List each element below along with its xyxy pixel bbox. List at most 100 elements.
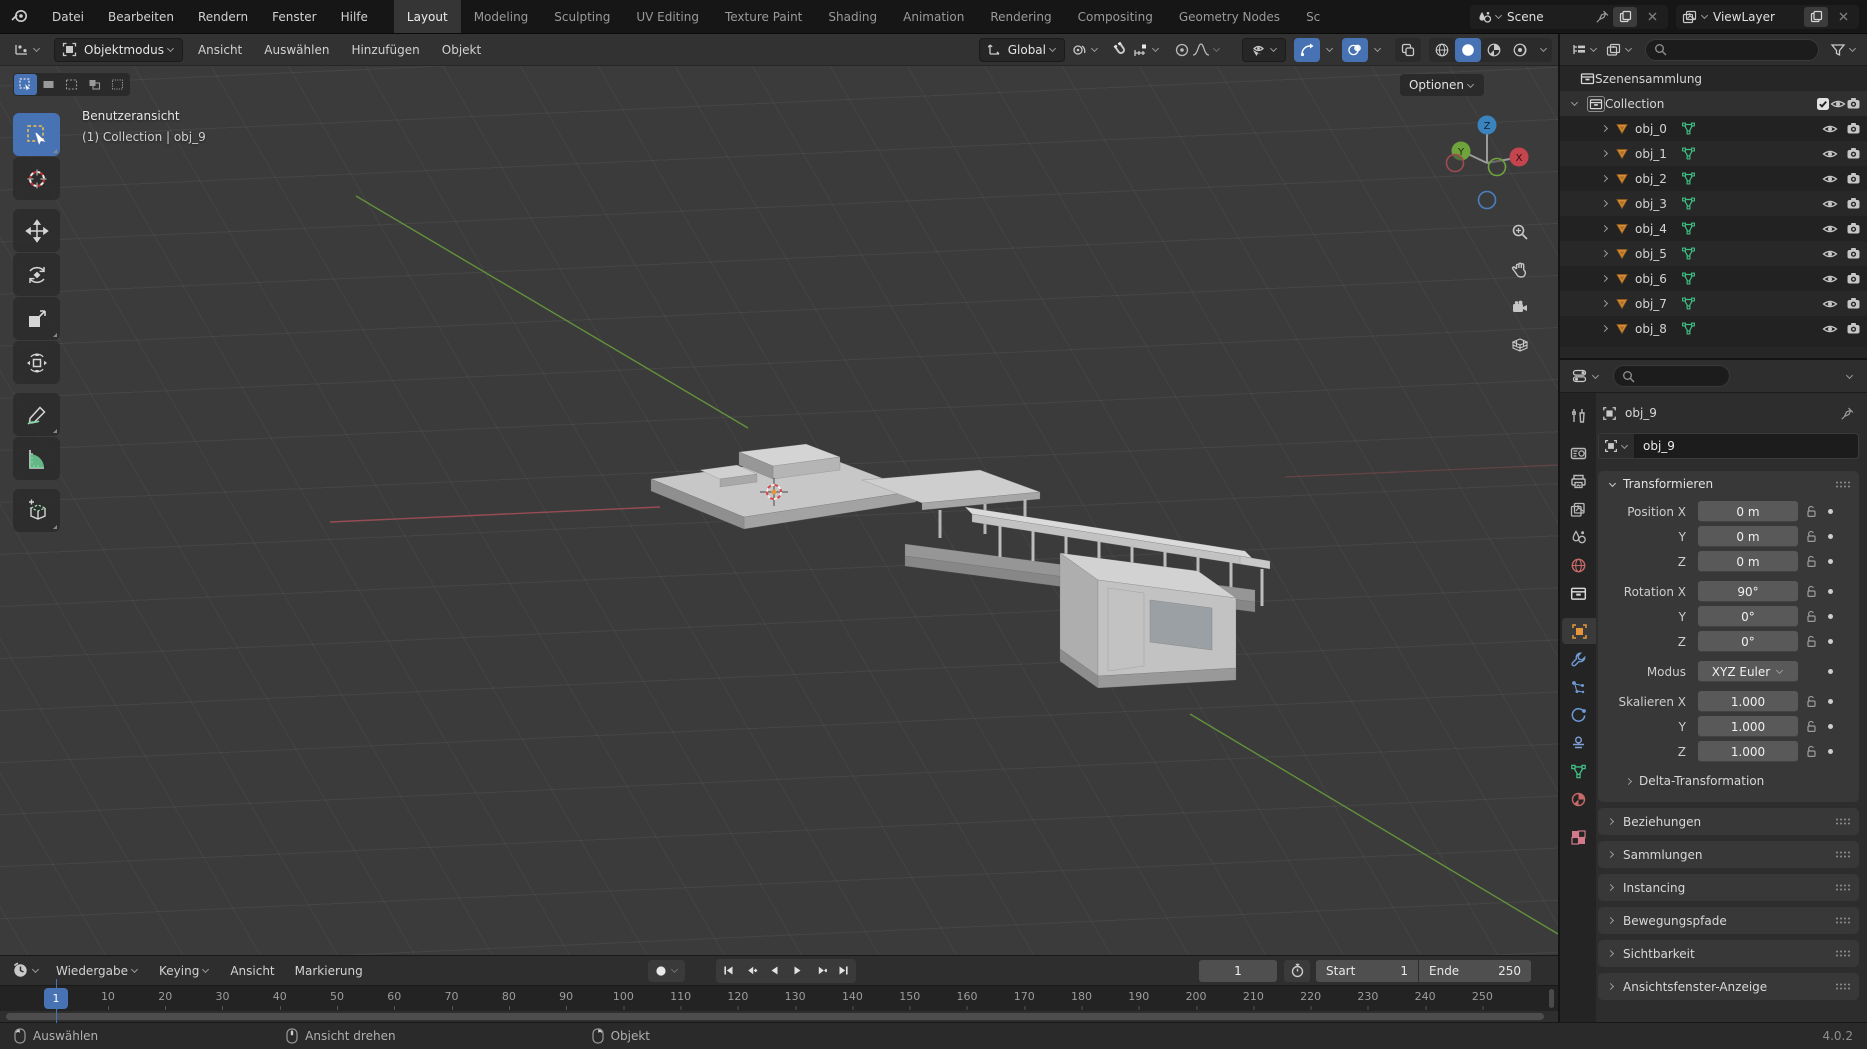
camera-visibility-icon[interactable] [1846, 272, 1861, 285]
tab-output[interactable] [1562, 468, 1594, 494]
auto-keying-toggle[interactable] [648, 960, 685, 982]
tab-modifiers[interactable] [1562, 646, 1594, 672]
viewport-menu-item[interactable]: Ansicht [187, 43, 253, 57]
value-field[interactable]: 1.000 [1698, 741, 1798, 762]
tab-object[interactable] [1562, 618, 1596, 644]
shading-wireframe-button[interactable] [1429, 38, 1455, 62]
station-model[interactable] [651, 444, 1270, 688]
checkbox-icon[interactable] [1816, 97, 1830, 111]
expand-icon[interactable] [1601, 150, 1608, 157]
eye-icon[interactable] [1822, 223, 1838, 235]
value-field[interactable]: 0° [1698, 631, 1798, 652]
eye-icon[interactable] [1822, 148, 1838, 160]
use-preview-range-toggle[interactable] [1284, 960, 1310, 982]
outliner-row[interactable]: obj_6 [1560, 266, 1867, 291]
expand-icon[interactable] [1601, 300, 1608, 307]
eye-icon[interactable] [1822, 323, 1838, 335]
workspace-tab[interactable]: Texture Paint [712, 0, 815, 33]
gizmo-minus-x-axis[interactable] [1447, 155, 1464, 172]
scene-selector[interactable]: Scene [1470, 5, 1668, 29]
object-name[interactable]: obj_2 [1635, 172, 1667, 186]
editor-type-button[interactable] [6, 38, 48, 62]
expand-icon[interactable] [1601, 250, 1608, 257]
object-name-field[interactable]: obj_9 [1598, 433, 1859, 459]
camera-visibility-icon[interactable] [1846, 322, 1861, 335]
camera-visibility-icon[interactable] [1846, 247, 1861, 260]
select-mode-extend-button[interactable] [37, 74, 60, 95]
object-id-icon[interactable] [1599, 434, 1635, 458]
eye-icon[interactable] [1822, 298, 1838, 310]
zoom-button[interactable] [1506, 218, 1534, 246]
collection-label[interactable]: Collection [1605, 97, 1664, 111]
value-field[interactable]: 0° [1698, 606, 1798, 627]
lock-icon[interactable] [1798, 585, 1824, 598]
rotate-tool[interactable] [13, 253, 60, 296]
lock-icon[interactable] [1798, 745, 1824, 758]
camera-visibility-icon[interactable] [1846, 97, 1861, 110]
topbar-menu-item[interactable]: Hilfe [329, 0, 380, 33]
shading-dropdown[interactable] [1533, 38, 1552, 62]
viewport-menu-item[interactable]: Auswählen [253, 43, 340, 57]
viewport-canvas[interactable]: Benutzeransicht (1) Collection | obj_9 O… [0, 66, 1558, 955]
measure-tool[interactable] [13, 437, 60, 480]
collapsed-panel-header[interactable]: Sammlungen [1598, 841, 1859, 868]
orthographic-toggle-button[interactable] [1506, 331, 1534, 359]
outliner-row[interactable]: obj_7 [1560, 291, 1867, 316]
tab-collection[interactable] [1562, 580, 1594, 606]
camera-visibility-icon[interactable] [1846, 122, 1861, 135]
object-name[interactable]: obj_4 [1635, 222, 1667, 236]
gizmo-minus-z-axis[interactable] [1479, 192, 1496, 209]
value-field[interactable]: 0 m [1698, 501, 1798, 522]
select-mode-subtract-button[interactable] [60, 74, 83, 95]
breadcrumb-object[interactable]: obj_9 [1625, 406, 1657, 420]
animate-dot[interactable] [1828, 614, 1833, 619]
timeline-menu-item[interactable]: Markierung [285, 964, 373, 978]
timeline-editor-type-dropdown[interactable] [6, 962, 46, 979]
panel-grip-icon[interactable] [1835, 982, 1851, 991]
value-field[interactable]: 90° [1698, 581, 1798, 602]
animate-dot[interactable] [1828, 589, 1833, 594]
expand-icon[interactable] [1601, 125, 1608, 132]
select-mode-invert-button[interactable] [83, 74, 106, 95]
rotation-mode-select[interactable]: XYZ Euler [1698, 661, 1798, 682]
proportional-falloff-dropdown[interactable] [1191, 38, 1228, 62]
gizmos-toggle[interactable] [1294, 38, 1320, 62]
lock-icon[interactable] [1798, 695, 1824, 708]
play-reverse-button[interactable] [763, 960, 786, 982]
tab-physics[interactable] [1562, 702, 1594, 728]
object-name[interactable]: obj_7 [1635, 297, 1667, 311]
tab-material[interactable] [1562, 786, 1594, 812]
tab-render[interactable] [1562, 440, 1594, 466]
gizmos-dropdown[interactable] [1320, 38, 1337, 62]
outliner-row[interactable]: obj_3 [1560, 191, 1867, 216]
timeline-scrollbar[interactable] [0, 1011, 1558, 1022]
cursor-tool[interactable] [13, 157, 60, 200]
lock-icon[interactable] [1798, 720, 1824, 733]
shading-solid-button[interactable] [1455, 38, 1481, 62]
value-field[interactable]: 0 m [1698, 526, 1798, 547]
panel-grip-icon[interactable] [1835, 883, 1851, 892]
tab-particles[interactable] [1562, 674, 1594, 700]
pan-button[interactable] [1506, 256, 1534, 284]
viewlayer-selector[interactable]: ViewLayer [1676, 5, 1859, 29]
collapsed-panel-header[interactable]: Sichtbarkeit [1598, 940, 1859, 967]
animate-dot[interactable] [1828, 749, 1833, 754]
scene-name[interactable]: Scene [1503, 10, 1595, 24]
annotate-tool[interactable] [13, 393, 60, 436]
tab-world[interactable] [1562, 552, 1594, 578]
filter-funnel-dropdown[interactable] [1827, 43, 1860, 57]
object-name[interactable]: obj_1 [1635, 147, 1667, 161]
animate-dot[interactable] [1828, 639, 1833, 644]
outliner-search-input[interactable] [1645, 39, 1819, 61]
collapsed-panel-header[interactable]: Ansichtsfenster-Anzeige [1598, 973, 1859, 1000]
collapsed-panel-header[interactable]: Bewegungspfade [1598, 907, 1859, 934]
gizmo-minus-y-axis[interactable] [1489, 159, 1506, 176]
transform-tool[interactable] [13, 341, 60, 384]
play-button[interactable] [786, 960, 809, 982]
animate-dot[interactable] [1828, 534, 1833, 539]
properties-editor-type-dropdown[interactable] [1567, 369, 1605, 383]
snap-settings-dropdown[interactable] [1131, 38, 1167, 62]
workspace-tab[interactable]: Geometry Nodes [1166, 0, 1293, 33]
expand-icon[interactable] [1601, 175, 1608, 182]
camera-view-button[interactable] [1506, 294, 1534, 322]
